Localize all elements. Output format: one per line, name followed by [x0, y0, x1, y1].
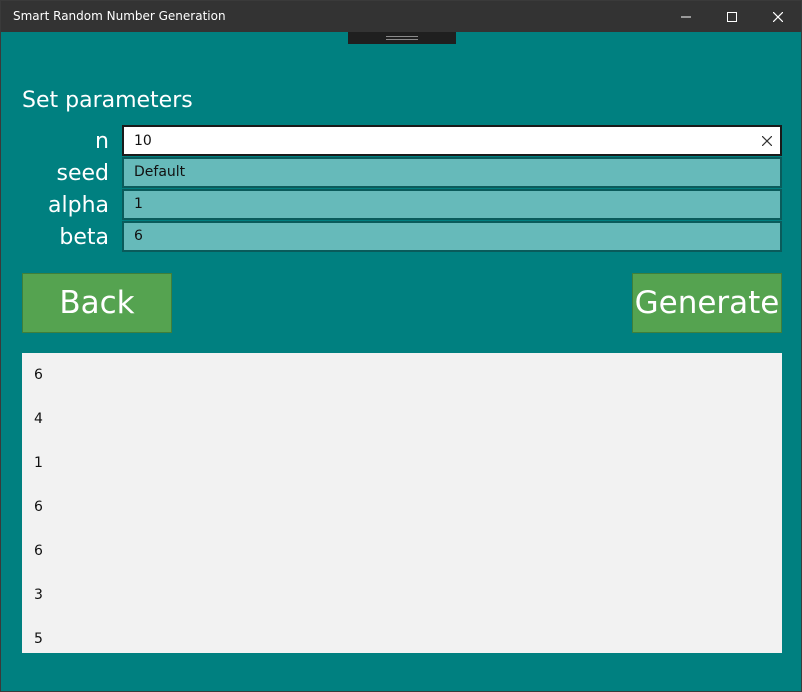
list-item: 6 [34, 543, 43, 559]
back-button[interactable]: Back [22, 273, 172, 333]
drag-handle-line [386, 36, 418, 37]
maximize-button[interactable] [709, 1, 755, 32]
list-item: 3 [34, 587, 43, 603]
list-item: 4 [34, 411, 43, 427]
minimize-button[interactable] [663, 1, 709, 32]
close-button[interactable] [755, 1, 801, 32]
close-icon [773, 11, 783, 22]
clear-icon [762, 136, 772, 146]
n-input[interactable] [122, 125, 782, 156]
alpha-input[interactable]: 1 [122, 189, 782, 220]
beta-input[interactable]: 6 [122, 221, 782, 252]
drag-handle-line [386, 39, 418, 40]
drag-handle[interactable] [348, 32, 456, 44]
window-title: Smart Random Number Generation [13, 9, 226, 23]
results-list[interactable]: 6 4 1 6 6 3 5 [22, 353, 782, 653]
generate-button[interactable]: Generate [632, 273, 782, 333]
clear-input-button[interactable] [758, 132, 776, 150]
label-beta: beta [59, 225, 109, 250]
title-bar[interactable]: Smart Random Number Generation [1, 1, 801, 32]
maximize-icon [727, 11, 737, 22]
list-item: 5 [34, 631, 43, 647]
list-item: 1 [34, 455, 43, 471]
seed-input[interactable]: Default [122, 157, 782, 188]
label-n: n [95, 129, 109, 154]
app-window: Smart Random Number Generation Set param… [0, 0, 802, 692]
label-alpha: alpha [48, 193, 109, 218]
section-title: Set parameters [22, 88, 193, 113]
list-item: 6 [34, 367, 43, 383]
list-item: 6 [34, 499, 43, 515]
label-seed: seed [56, 161, 110, 186]
minimize-icon [681, 16, 691, 17]
